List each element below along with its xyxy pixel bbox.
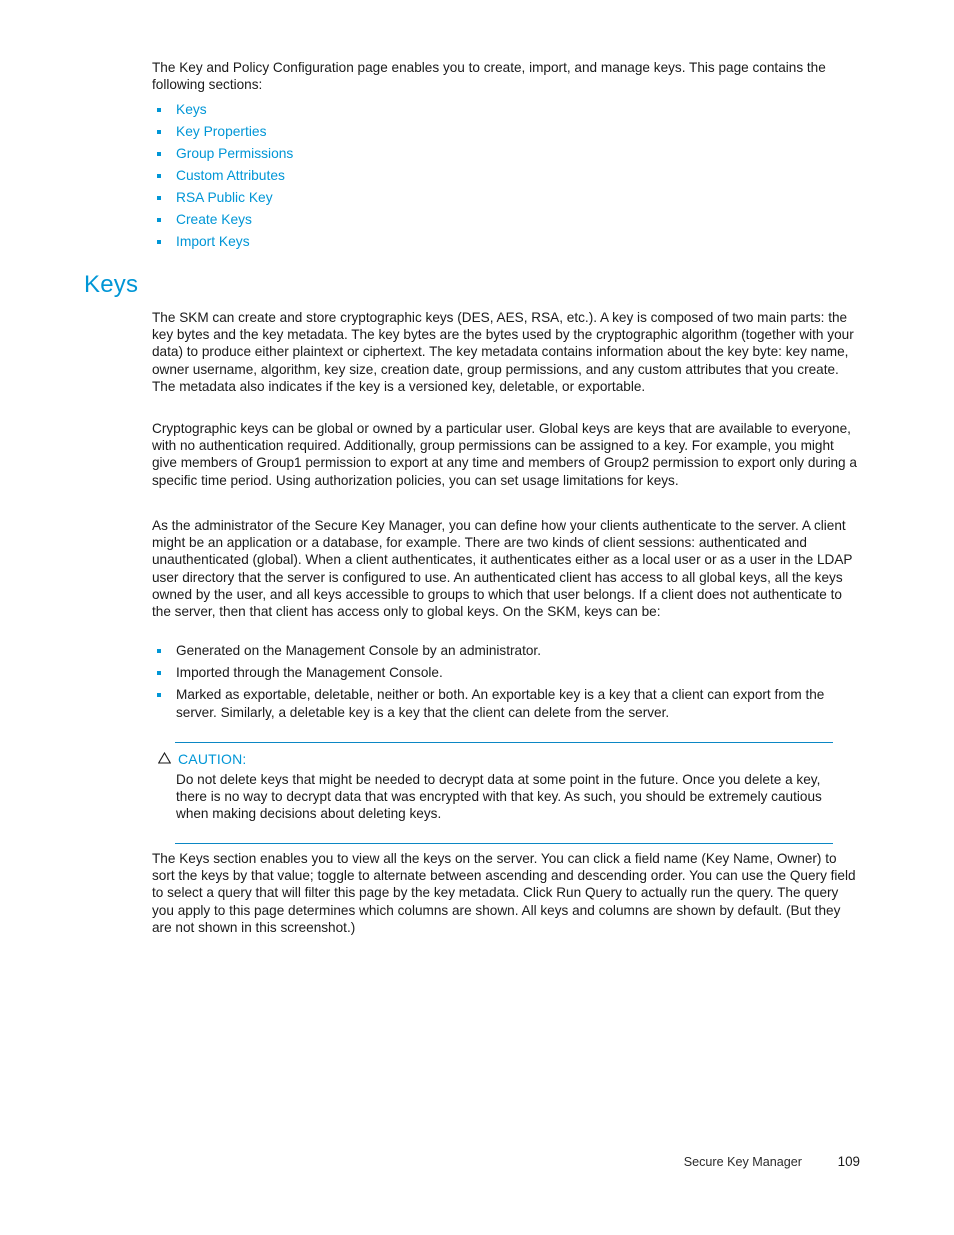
list-item[interactable]: Key Properties [152,121,858,143]
key-creation-block: Generated on the Management Console by a… [152,642,858,726]
list-item[interactable]: Group Permissions [152,143,858,165]
caution-header: CAUTION: [152,749,858,769]
section-body-1: The SKM can create and store cryptograph… [152,309,858,409]
link-create-keys[interactable]: Create Keys [176,212,252,227]
paragraph-authentication: As the administrator of the Secure Key M… [152,518,853,620]
section-body-2: Cryptographic keys can be global or owne… [152,420,858,503]
paragraph-global-keys: Cryptographic keys can be global or owne… [152,421,857,488]
document-page: The Key and Policy Configuration page en… [0,0,954,1235]
paragraph-keys-section: The Keys section enables you to view all… [152,851,856,935]
caution-bottom-rule [175,842,833,844]
link-key-properties[interactable]: Key Properties [176,124,267,139]
list-item: Imported through the Management Console. [152,664,858,681]
link-rsa-public-key[interactable]: RSA Public Key [176,190,273,205]
page-title: Keys [84,271,139,298]
list-item: Generated on the Management Console by a… [152,642,858,659]
caution-admonition: CAUTION: Do not delete keys that might b… [152,742,858,844]
link-group-permissions[interactable]: Group Permissions [176,146,293,161]
list-item[interactable]: Create Keys [152,209,858,231]
caution-triangle-icon [158,752,171,764]
link-keys[interactable]: Keys [176,102,207,117]
section-link-list: Keys Key Properties Group Permissions Cu… [152,99,858,253]
link-import-keys[interactable]: Import Keys [176,234,250,249]
list-item: Marked as exportable, deletable, neither… [152,686,858,720]
caution-body-text: Do not delete keys that might be needed … [176,772,822,822]
paragraph-key-composition: The SKM can create and store cryptograph… [152,310,854,394]
key-creation-list: Generated on the Management Console by a… [152,642,858,721]
intro-paragraph: The Key and Policy Configuration page en… [152,60,826,93]
caution-label: CAUTION: [178,751,247,767]
section-body-3: As the administrator of the Secure Key M… [152,517,858,634]
list-item[interactable]: RSA Public Key [152,187,858,209]
list-item[interactable]: Keys [152,99,858,121]
caution-top-rule [175,742,833,743]
page-footer: Secure Key Manager 109 [0,1152,954,1172]
footer-page-number: 109 [837,1154,860,1169]
list-item[interactable]: Custom Attributes [152,165,858,187]
section-links-block: Keys Key Properties Group Permissions Cu… [152,99,858,253]
section-body-4: The Keys section enables you to view all… [152,850,858,950]
list-item[interactable]: Import Keys [152,231,858,253]
link-custom-attributes[interactable]: Custom Attributes [176,168,285,183]
footer-title: Secure Key Manager [683,1155,802,1169]
